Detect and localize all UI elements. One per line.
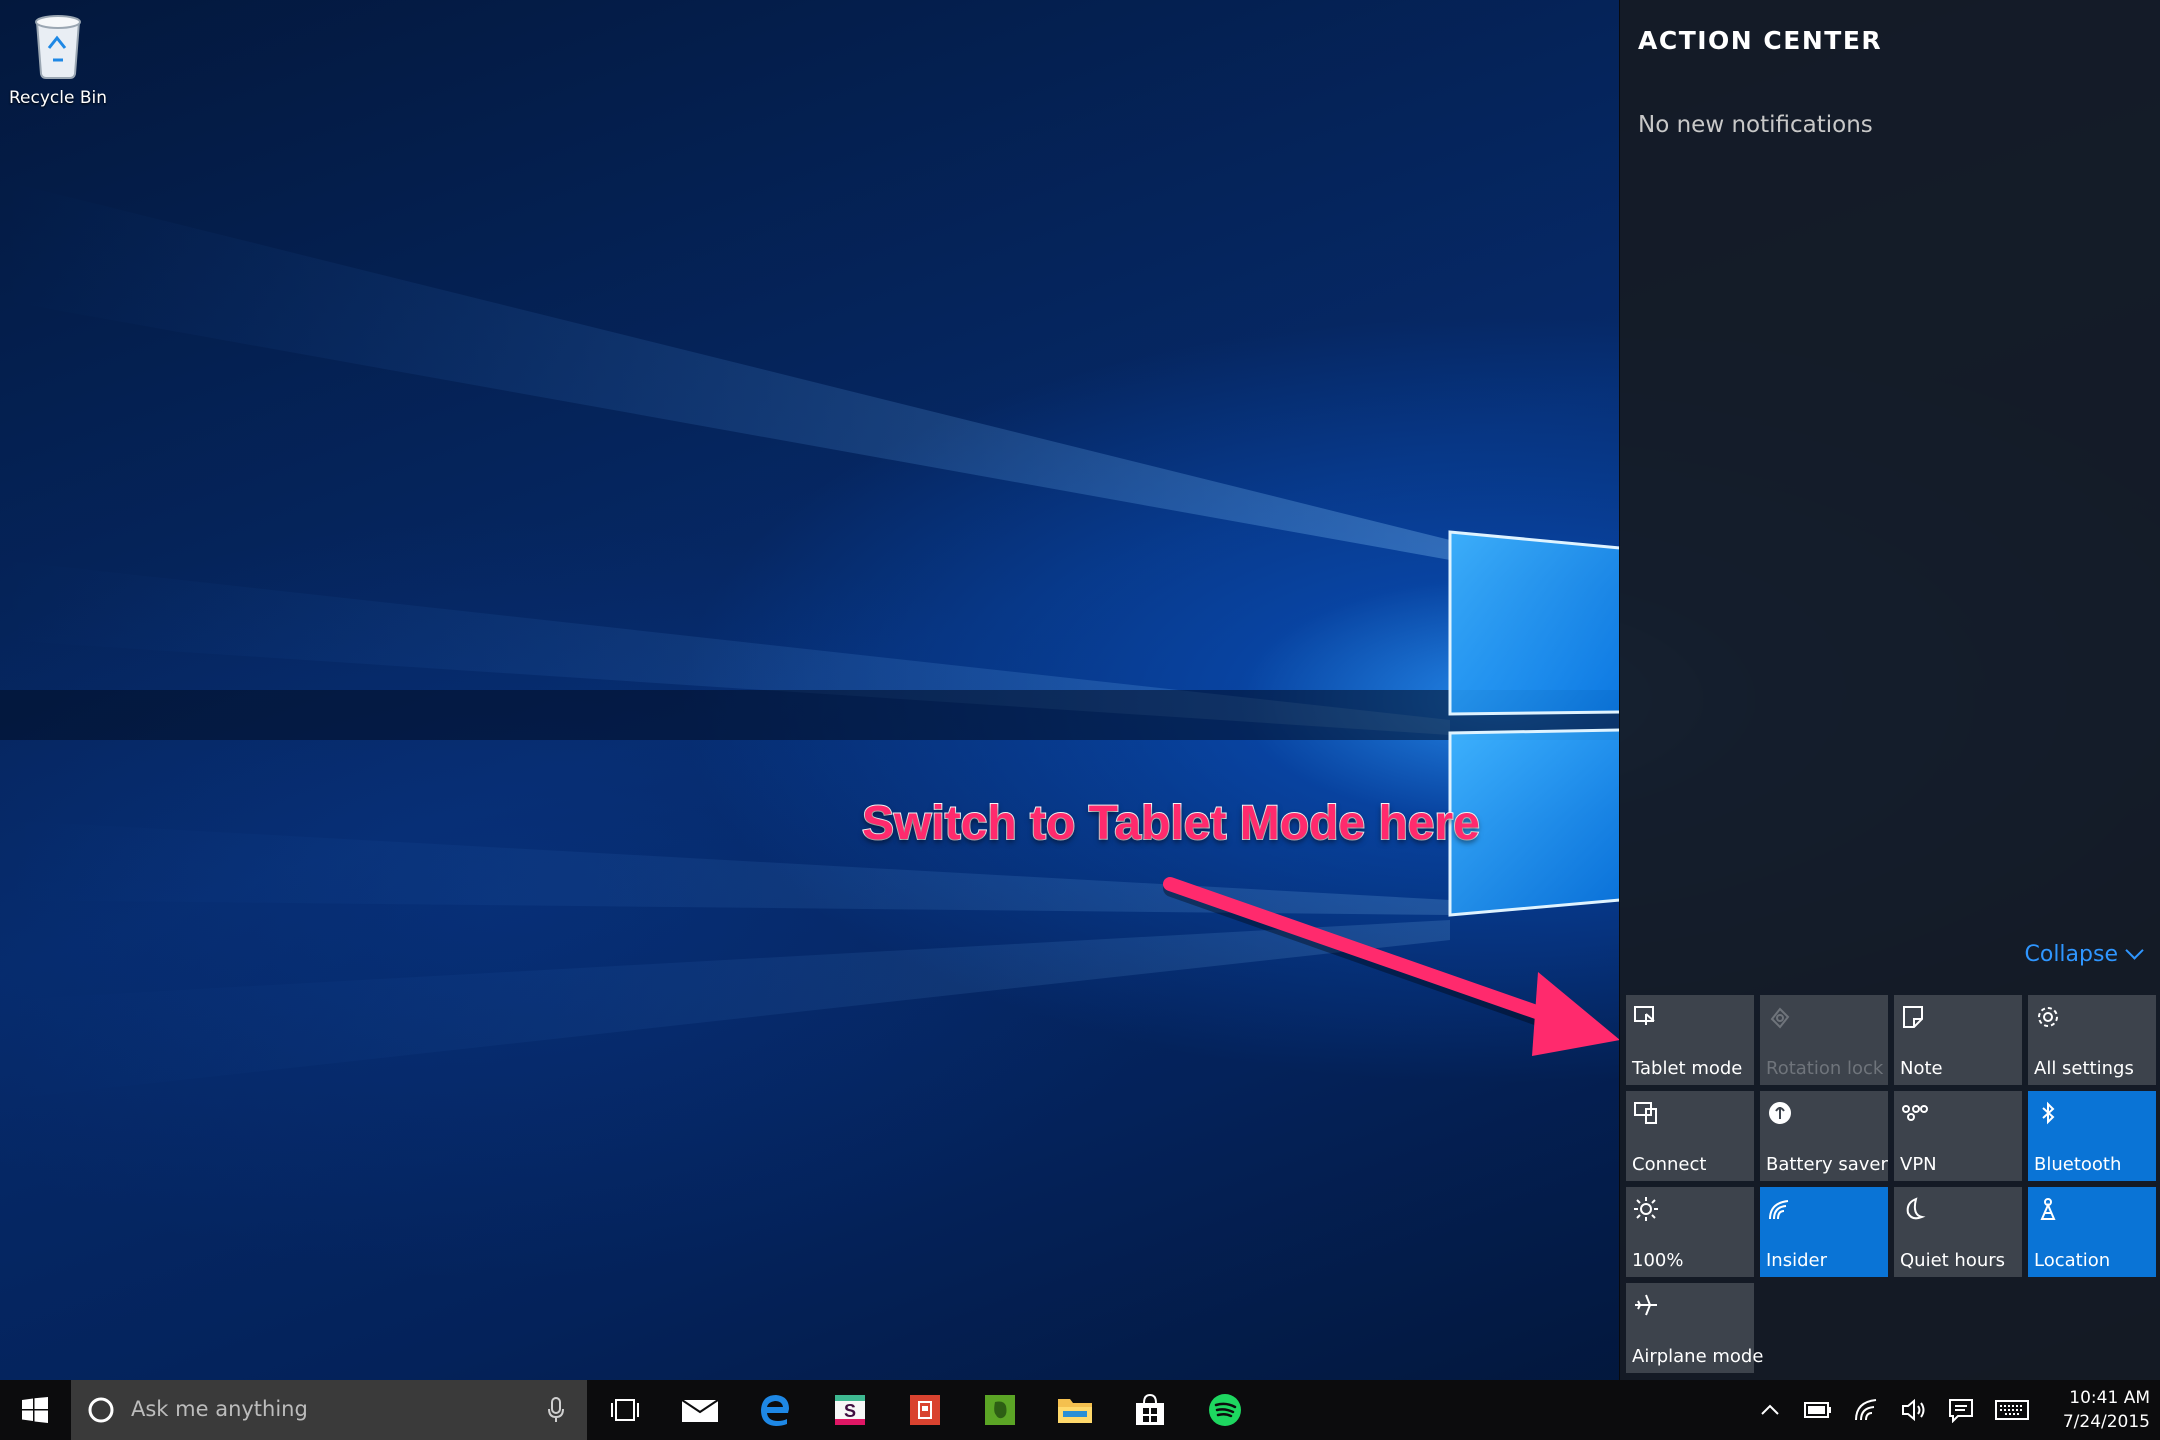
battery-status[interactable] [1802, 1394, 1834, 1426]
evernote-app[interactable] [965, 1380, 1035, 1440]
action-center-title: ACTION CENTER [1638, 26, 1883, 55]
quick-action-tablet-mode[interactable]: Tablet mode [1626, 995, 1754, 1085]
quick-action-battery-saver[interactable]: Battery saver [1760, 1091, 1888, 1181]
quick-action-bluetooth[interactable]: Bluetooth [2028, 1091, 2156, 1181]
quick-action-airplane-mode[interactable]: Airplane mode [1626, 1283, 1763, 1373]
quick-action-insider-wifi[interactable]: Insider [1760, 1187, 1888, 1277]
tile-label: VPN [1900, 1154, 1937, 1175]
vpn-icon [1902, 1105, 1928, 1121]
quick-action-location[interactable]: Location [2028, 1187, 2156, 1277]
red-app[interactable] [890, 1380, 960, 1440]
battery-saver-icon [1769, 1102, 1791, 1124]
recycle-bin-icon [23, 8, 93, 80]
tile-label: 100% [1632, 1250, 1684, 1271]
search-placeholder: Ask me anything [131, 1397, 308, 1421]
store-icon [1136, 1393, 1164, 1425]
quick-action-brightness[interactable]: 100% [1626, 1187, 1754, 1277]
spotify-icon [1209, 1394, 1241, 1426]
mail-app[interactable] [665, 1380, 735, 1440]
edge-icon [761, 1395, 789, 1426]
quick-actions-grid: Tablet mode Rotation lock Note All setti… [1626, 995, 2156, 1373]
edge-app[interactable] [740, 1380, 810, 1440]
tile-label: Battery saver [1766, 1154, 1888, 1175]
no-notifications-message: No new notifications [1638, 112, 1873, 138]
gear-icon [2038, 1007, 2058, 1027]
collapse-label: Collapse [2024, 942, 2119, 967]
tile-label: Note [1900, 1058, 1943, 1079]
chevron-down-icon [2125, 941, 2144, 960]
tile-label: Rotation lock [1766, 1058, 1884, 1079]
annotation-callout: Switch to Tablet Mode here [861, 796, 1481, 851]
evernote-icon [985, 1395, 1015, 1425]
store-app[interactable] [1115, 1380, 1185, 1440]
brightness-icon [1634, 1197, 1658, 1221]
tile-label: Quiet hours [1900, 1250, 2006, 1271]
recycle-bin[interactable]: Recycle Bin [6, 8, 110, 108]
file-explorer-app[interactable] [1040, 1380, 1110, 1440]
tile-label: Insider [1766, 1250, 1827, 1271]
tile-label: Location [2034, 1250, 2111, 1271]
clock-date: 7/24/2015 [2062, 1412, 2150, 1432]
quick-action-all-settings[interactable]: All settings [2028, 995, 2156, 1085]
tile-label: Bluetooth [2034, 1154, 2122, 1175]
wifi-icon [1855, 1399, 1877, 1421]
task-view-button[interactable] [590, 1380, 660, 1440]
tile-label: Tablet mode [1632, 1058, 1743, 1079]
slack-icon: S [835, 1395, 865, 1425]
wifi-icon [1769, 1200, 1789, 1220]
tile-label: Airplane mode [1632, 1346, 1764, 1367]
bluetooth-icon [2042, 1101, 2055, 1125]
notification-icon [1949, 1399, 1973, 1423]
volume-icon [1902, 1398, 1925, 1422]
battery-icon [1804, 1402, 1831, 1418]
microphone-icon[interactable] [547, 1396, 565, 1424]
slack-app[interactable]: S [815, 1380, 885, 1440]
note-icon [1903, 1006, 1923, 1028]
mail-icon [681, 1399, 719, 1422]
action-center-panel: ACTION CENTER No new notifications Colla… [1619, 0, 2160, 1380]
connect-icon [1634, 1102, 1657, 1124]
svg-text:S: S [844, 1401, 856, 1421]
task-view-icon [611, 1399, 639, 1421]
taskbar: Ask me anything S 10:41 AM 7/24/2015 [0, 1380, 2160, 1440]
quick-action-vpn[interactable]: VPN [1894, 1091, 2022, 1181]
action-center-button[interactable] [1946, 1394, 1976, 1426]
moon-icon [1906, 1197, 1926, 1220]
show-hidden-icons-button[interactable] [1756, 1394, 1784, 1426]
cortana-search-box[interactable]: Ask me anything [71, 1380, 587, 1440]
rotation-lock-icon [1770, 1007, 1790, 1029]
location-icon [2040, 1198, 2056, 1220]
spotify-app[interactable] [1190, 1380, 1260, 1440]
tile-label: Connect [1632, 1154, 1707, 1175]
network-status[interactable] [1852, 1394, 1882, 1426]
clock[interactable]: 10:41 AM 7/24/2015 [2040, 1386, 2150, 1434]
tile-label: All settings [2034, 1058, 2134, 1079]
clock-time: 10:41 AM [2069, 1388, 2150, 1408]
windows-logo-icon [22, 1397, 48, 1423]
quick-action-note[interactable]: Note [1894, 995, 2022, 1085]
airplane-icon [1635, 1294, 1657, 1316]
quick-action-rotation-lock[interactable]: Rotation lock [1760, 995, 1888, 1085]
collapse-button[interactable]: Collapse [2024, 941, 2144, 967]
quick-action-connect[interactable]: Connect [1626, 1091, 1754, 1181]
chevron-up-icon [1761, 1404, 1779, 1415]
recycle-bin-label: Recycle Bin [8, 88, 107, 108]
red-app-icon [910, 1395, 940, 1425]
tablet-mode-icon [1634, 1006, 1655, 1025]
touch-keyboard-button[interactable] [1994, 1394, 2030, 1426]
folder-icon [1058, 1399, 1092, 1423]
start-button[interactable] [0, 1380, 70, 1440]
volume-control[interactable] [1900, 1394, 1930, 1426]
quick-action-quiet-hours[interactable]: Quiet hours [1894, 1187, 2022, 1277]
keyboard-icon [1995, 1400, 2029, 1420]
cortana-icon [88, 1397, 114, 1423]
